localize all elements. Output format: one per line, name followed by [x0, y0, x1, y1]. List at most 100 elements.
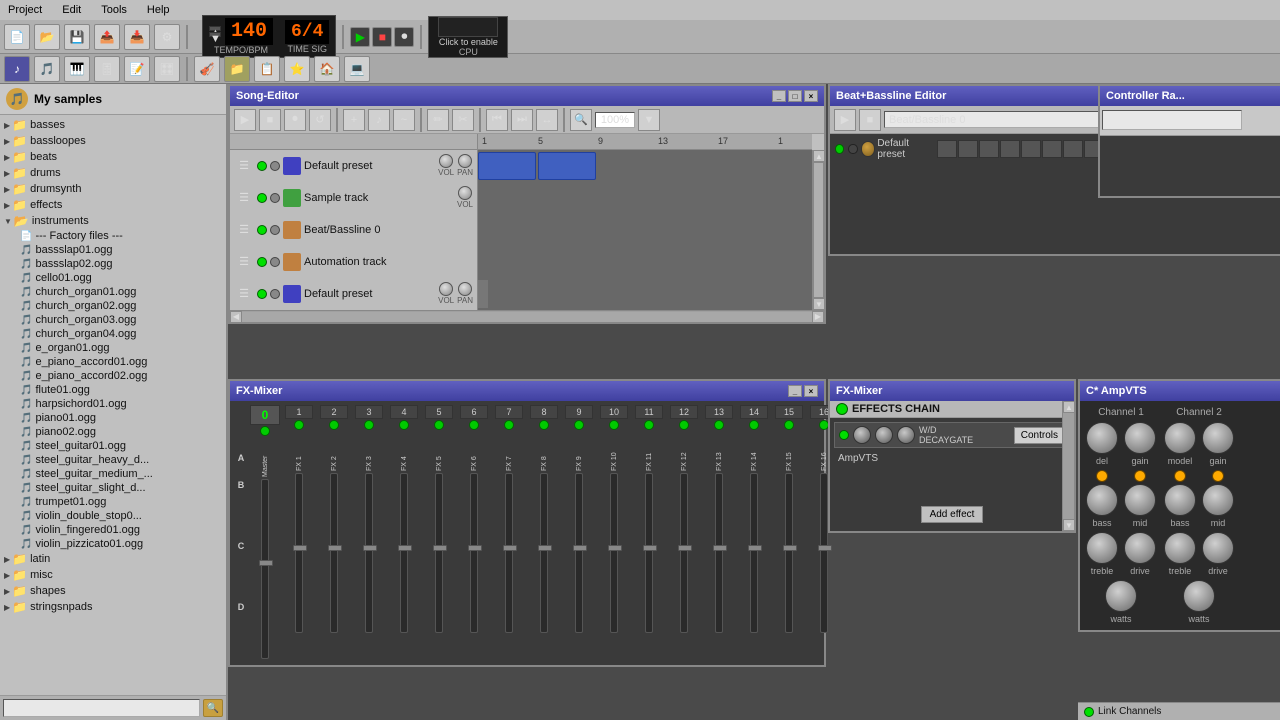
ch8-fader[interactable]	[540, 473, 548, 633]
ampvts-gain-knob[interactable]	[1124, 422, 1156, 454]
add-auto-btn[interactable]: ~	[393, 109, 415, 131]
draw-tool[interactable]: ✏	[427, 109, 449, 131]
my-presets-btn[interactable]: ⭐	[284, 56, 310, 82]
tempo-down[interactable]: ▼	[209, 32, 221, 37]
record-btn[interactable]: ⏺	[394, 27, 414, 47]
wd-knob[interactable]	[853, 426, 871, 444]
ch2-thumb[interactable]	[328, 545, 342, 551]
track-solo-3[interactable]	[270, 225, 280, 235]
ch10-thumb[interactable]	[608, 545, 622, 551]
search-input[interactable]	[3, 699, 200, 717]
track-area-2[interactable]	[478, 182, 824, 214]
stop-song-btn[interactable]: ■	[259, 109, 281, 131]
ch10-led[interactable]	[609, 420, 619, 430]
track-menu-icon-3[interactable]: ☰	[234, 220, 254, 240]
ch6-led[interactable]	[469, 420, 479, 430]
file-steelguitar-slight[interactable]: 🎵 steel_guitar_slight_d...	[2, 481, 224, 495]
vol-knob-5[interactable]	[439, 282, 453, 296]
effects-scrollbar[interactable]: ▲ ▼	[1062, 401, 1074, 531]
file-violin-pizzicato[interactable]: 🎵 violin_pizzicato01.ogg	[2, 537, 224, 551]
ampvts-ch2-treble-knob[interactable]	[1164, 532, 1196, 564]
file-harpsichord01[interactable]: 🎵 harpsichord01.ogg	[2, 397, 224, 411]
beat-stop-btn[interactable]: ■	[859, 109, 881, 131]
decay-knob[interactable]	[875, 426, 893, 444]
track-area-5[interactable]	[478, 278, 824, 310]
ampvts-watts-knob[interactable]	[1105, 580, 1137, 612]
pan-knob-5[interactable]	[458, 282, 472, 296]
ch14-fader[interactable]	[750, 473, 758, 633]
ch5-led[interactable]	[434, 420, 444, 430]
project-notes-btn[interactable]: 📝	[124, 56, 150, 82]
folder-misc[interactable]: ▶ 📁 misc	[2, 567, 224, 583]
ch15-fader[interactable]	[785, 473, 793, 633]
file-piano02[interactable]: 🎵 piano02.ogg	[2, 425, 224, 439]
file-tree[interactable]: ▶ 📁 basses ▶ 📁 bassloopes ▶ 📁 beats ▶ 📁 …	[0, 115, 226, 695]
file-steelguitar01[interactable]: 🎵 steel_guitar01.ogg	[2, 439, 224, 453]
my-samples-btn[interactable]: 📁	[224, 56, 250, 82]
ch13-fader[interactable]	[715, 473, 723, 633]
beat-play-btn[interactable]: ▶	[834, 109, 856, 131]
add-effect-button[interactable]: Add effect	[921, 506, 984, 523]
folder-stringsnpads[interactable]: ▶ 📁 stringsnpads	[2, 599, 224, 615]
file-factory[interactable]: 📄 --- Factory files ---	[2, 229, 224, 243]
ampvts-ch1-bass-led[interactable]	[1096, 470, 1108, 482]
master-fader[interactable]	[261, 479, 269, 659]
ch1-thumb[interactable]	[293, 545, 307, 551]
play-btn[interactable]: ▶	[350, 27, 370, 47]
ampvts-treble-knob[interactable]	[1086, 532, 1118, 564]
scroll-down-btn[interactable]: ▼	[813, 298, 825, 310]
fx-minimize-btn[interactable]: _	[788, 385, 802, 397]
folder-instruments[interactable]: ▼ 📂 instruments	[2, 213, 224, 229]
track-menu-icon-5[interactable]: ☰	[234, 284, 254, 304]
folder-drumsynth[interactable]: ▶ 📁 drumsynth	[2, 181, 224, 197]
track-solo-2[interactable]	[270, 193, 280, 203]
minimize-button[interactable]: _	[772, 90, 786, 102]
ch8-thumb[interactable]	[538, 545, 552, 551]
ampvts-ch2-mid-knob[interactable]	[1202, 484, 1234, 516]
horiz-scroll-left[interactable]: ◀	[230, 311, 242, 323]
song-editor-btn[interactable]: ♪	[4, 56, 30, 82]
ch2-fader[interactable]	[330, 473, 338, 633]
segment-1-2[interactable]	[538, 152, 596, 180]
track-menu-icon-4[interactable]: ☰	[234, 252, 254, 272]
ch11-thumb[interactable]	[643, 545, 657, 551]
ch11-led[interactable]	[644, 420, 654, 430]
ch2-led[interactable]	[329, 420, 339, 430]
track-color-5[interactable]	[283, 285, 301, 303]
save-button[interactable]: 💾	[64, 24, 90, 50]
master-thumb[interactable]	[259, 560, 273, 566]
file-church03[interactable]: 🎵 church_organ03.ogg	[2, 313, 224, 327]
ch7-thumb[interactable]	[503, 545, 517, 551]
controller-search-input[interactable]	[1102, 110, 1242, 130]
fx-close-btn[interactable]: ×	[804, 385, 818, 397]
menu-edit[interactable]: Edit	[58, 3, 85, 17]
ch5-fader[interactable]	[435, 473, 443, 633]
controller-rack-btn[interactable]: 🎛	[154, 56, 180, 82]
file-epiano01[interactable]: 🎵 e_piano_accord01.ogg	[2, 355, 224, 369]
ch13-thumb[interactable]	[713, 545, 727, 551]
track-area-3[interactable]	[478, 214, 824, 246]
track-color-3[interactable]	[283, 221, 301, 239]
ampvts-ch2-bass-knob[interactable]	[1164, 484, 1196, 516]
ch15-led[interactable]	[784, 420, 794, 430]
ch1-fader[interactable]	[295, 473, 303, 633]
ampvts-mid-knob[interactable]	[1124, 484, 1156, 516]
file-epiano02[interactable]: 🎵 e_piano_accord02.ogg	[2, 369, 224, 383]
scroll-btn[interactable]: ↔	[536, 109, 558, 131]
ch9-fader[interactable]	[575, 473, 583, 633]
track-menu-icon-1[interactable]: ☰	[234, 156, 254, 176]
file-eorgan01[interactable]: 🎵 e_organ01.ogg	[2, 341, 224, 355]
ch4-fader[interactable]	[400, 473, 408, 633]
segment-5-1[interactable]	[478, 280, 488, 308]
menu-help[interactable]: Help	[143, 3, 174, 17]
ampvts-ch2-gain-knob[interactable]	[1202, 422, 1234, 454]
beat-btn-2[interactable]	[958, 140, 978, 158]
zoom-arrow-btn[interactable]: ▼	[638, 109, 660, 131]
ampvts-del-knob[interactable]	[1086, 422, 1118, 454]
next-btn[interactable]: ⏭	[511, 109, 533, 131]
loop-song-btn[interactable]: ↺	[309, 109, 331, 131]
file-violin-fingered[interactable]: 🎵 violin_fingered01.ogg	[2, 523, 224, 537]
ch3-led[interactable]	[364, 420, 374, 430]
beat-btn-6[interactable]	[1042, 140, 1062, 158]
close-button[interactable]: ×	[804, 90, 818, 102]
